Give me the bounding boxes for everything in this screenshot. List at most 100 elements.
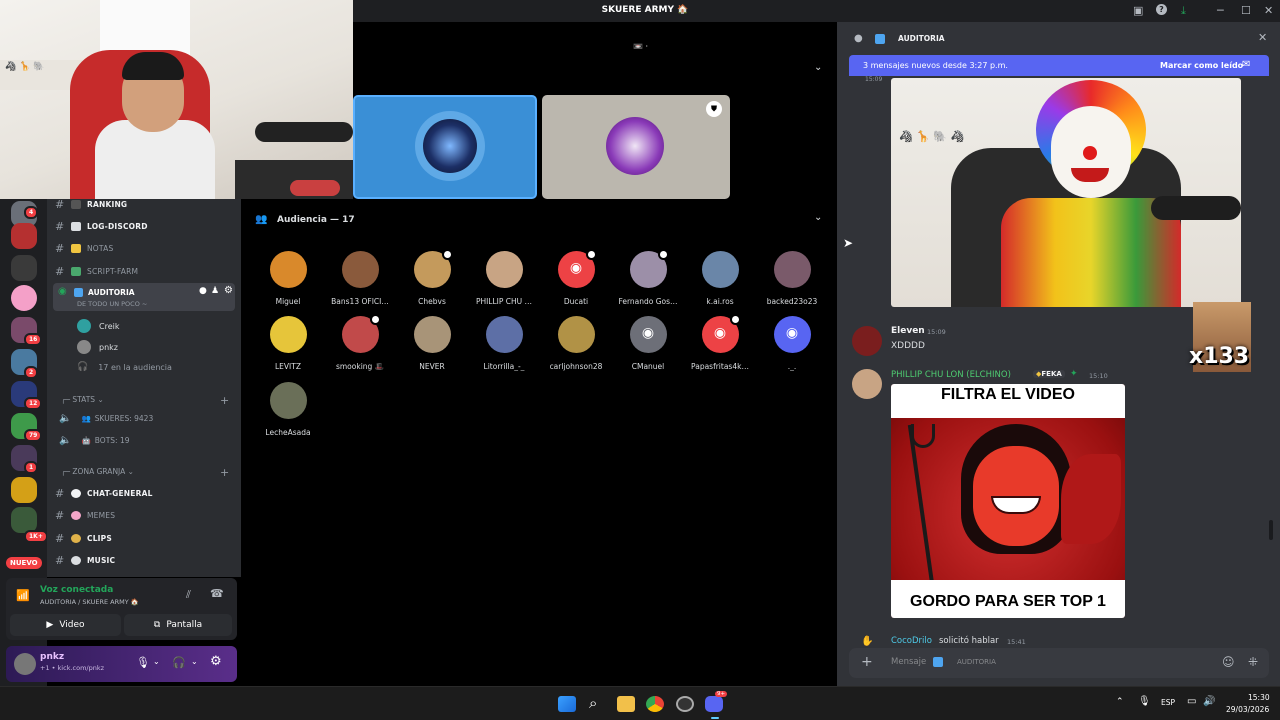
- microphone-icon[interactable]: 🎙: [136, 656, 150, 669]
- language-indicator[interactable]: ESP: [1161, 698, 1175, 707]
- gear-icon[interactable]: ⚙: [210, 654, 222, 669]
- voice-status[interactable]: Voz conectada: [40, 585, 113, 595]
- app-icon[interactable]: [676, 696, 694, 712]
- meme-image[interactable]: [891, 384, 1125, 618]
- server-icon[interactable]: [11, 285, 37, 311]
- chevron-down-icon[interactable]: ⌄: [814, 62, 822, 73]
- add-channel-icon[interactable]: +: [220, 466, 229, 479]
- signal-icon[interactable]: 📶: [16, 589, 30, 602]
- audience-member[interactable]: PHILLIP CHU …: [468, 251, 540, 306]
- audience-member[interactable]: ◉ Ducati: [540, 249, 612, 306]
- discord-icon[interactable]: [705, 696, 723, 712]
- chrome-icon[interactable]: [646, 696, 664, 712]
- audience-member[interactable]: Miguel: [252, 251, 324, 306]
- search-icon[interactable]: ⌕: [589, 694, 597, 712]
- add-user-icon[interactable]: ♟: [211, 286, 219, 296]
- audience-member[interactable]: Chebvs: [396, 249, 468, 306]
- audience-member[interactable]: smooking 🎩: [324, 314, 396, 371]
- disconnect-icon[interactable]: ☎: [210, 587, 224, 600]
- microphone-icon[interactable]: 🎙: [1138, 696, 1151, 707]
- channel-memes[interactable]: # MEMES: [55, 506, 235, 524]
- network-icon[interactable]: ▭: [1187, 696, 1196, 707]
- category-zona-granja[interactable]: ╭─ ZONA GRANJA ⌄: [61, 467, 134, 476]
- message-author[interactable]: Eleven: [891, 326, 925, 336]
- audience-member[interactable]: ◉ Papasfritas4k…: [684, 314, 756, 371]
- thread-icon[interactable]: ●: [854, 33, 863, 44]
- audience-member[interactable]: backed23o23: [756, 251, 828, 306]
- server-icon[interactable]: [11, 477, 37, 503]
- channel-auditoria[interactable]: ◉ AUDITORIA DE TODO UN POCO ~ ● ♟ ⚙: [53, 283, 235, 311]
- audience-member[interactable]: k.ai.ros: [684, 251, 756, 306]
- clock-time[interactable]: 15:30: [1248, 693, 1270, 702]
- audience-name: PHILLIP CHU …: [475, 297, 533, 306]
- message-input[interactable]: + Mensaje AUDITORIA ☺ ⁜: [849, 648, 1269, 678]
- file-explorer-icon[interactable]: [617, 696, 635, 712]
- server-icon[interactable]: [11, 255, 37, 281]
- voice-location[interactable]: AUDITORIA / SKUERE ARMY 🏠: [40, 598, 139, 606]
- channel-log-discord[interactable]: # LOG-DISCORD: [55, 217, 235, 235]
- start-button[interactable]: [558, 696, 576, 712]
- video-button[interactable]: ▶ Video: [10, 614, 121, 636]
- apps-icon[interactable]: ⁜: [1248, 655, 1258, 669]
- audience-name: carljohnson28: [549, 362, 603, 371]
- add-attachment-icon[interactable]: +: [861, 654, 873, 670]
- audience-member[interactable]: LecheAsada: [252, 382, 324, 437]
- channel-notas[interactable]: # NOTAS: [55, 239, 235, 257]
- server-icon[interactable]: [11, 223, 37, 249]
- channel-skueres[interactable]: 🔈 👥 SKUERES: 9423: [59, 413, 153, 424]
- audience-member[interactable]: Bans13 OFICI…: [324, 251, 396, 306]
- category-stats[interactable]: ╭─ STATS ⌄: [61, 395, 104, 404]
- audience-count[interactable]: 🎧 17 en la audiencia: [77, 362, 172, 372]
- chevron-down-icon[interactable]: ⌄: [814, 212, 822, 223]
- message-author[interactable]: PHILLIP CHU LON (ELCHINO): [891, 370, 1011, 380]
- close-button[interactable]: ✕: [1264, 4, 1273, 17]
- voice-user-pnkz[interactable]: pnkz: [77, 340, 118, 354]
- screen-share-button[interactable]: ⧉ Pantalla: [124, 614, 232, 636]
- inbox-icon[interactable]: ▣: [1133, 4, 1143, 17]
- discord-logo-icon: ◉: [713, 325, 727, 341]
- avatar[interactable]: [14, 653, 36, 675]
- audience-member[interactable]: LEVITZ: [252, 316, 324, 371]
- help-icon[interactable]: ?: [1156, 4, 1167, 15]
- message-author[interactable]: CocoDrilo: [891, 636, 932, 646]
- chevron-down-icon[interactable]: ⌄: [191, 657, 198, 666]
- window-title: SKUERE ARMY 🏠: [601, 5, 689, 15]
- chevron-up-icon[interactable]: ⌃: [1116, 697, 1124, 707]
- audience-member[interactable]: carljohnson28: [540, 316, 612, 371]
- user-name[interactable]: pnkz: [40, 652, 64, 662]
- voice-user-creik[interactable]: Creik: [77, 319, 119, 333]
- audience-member[interactable]: NEVER: [396, 316, 468, 371]
- new-messages-bar[interactable]: 3 mensajes nuevos desde 3:27 p.m. Marcar…: [849, 55, 1269, 76]
- maximize-button[interactable]: ☐: [1241, 4, 1251, 17]
- channel-chat-general[interactable]: # CHAT-GENERAL: [55, 484, 235, 502]
- channel-music[interactable]: # MUSIC: [55, 551, 235, 569]
- audience-member[interactable]: Fernando Gos…: [612, 249, 684, 306]
- audience-member[interactable]: ◉ ._.: [756, 316, 828, 371]
- emoji-icon[interactable]: ☺: [1222, 655, 1235, 669]
- volume-icon[interactable]: 🔊: [1203, 696, 1215, 707]
- clown-image[interactable]: 🦓 🦒 🐘 🦓: [891, 78, 1241, 307]
- audience-header[interactable]: Audiencia — 17: [277, 215, 355, 225]
- add-channel-icon[interactable]: +: [220, 394, 229, 407]
- channel-bots[interactable]: 🔈 🤖 BOTS: 19: [59, 435, 130, 446]
- new-badge[interactable]: NUEVO: [6, 557, 42, 569]
- audience-member[interactable]: Litorrilla_-_: [468, 316, 540, 371]
- avatar[interactable]: [852, 326, 882, 356]
- gear-icon[interactable]: ⚙: [224, 285, 233, 296]
- avatar[interactable]: [852, 369, 882, 399]
- clock-date[interactable]: 29/03/2026: [1226, 705, 1269, 714]
- minimize-button[interactable]: ─: [1217, 4, 1224, 17]
- download-icon[interactable]: ⤓: [1181, 4, 1186, 18]
- channel-clips[interactable]: # CLIPS: [55, 529, 235, 547]
- speaker-tile[interactable]: [353, 95, 537, 199]
- headphones-icon[interactable]: 🎧: [172, 656, 186, 669]
- channel-script-farm[interactable]: # SCRIPT-FARM: [55, 262, 235, 280]
- close-icon[interactable]: ✕: [1258, 31, 1267, 44]
- scrollbar-thumb[interactable]: [1269, 520, 1273, 540]
- chevron-down-icon[interactable]: ⌄: [153, 657, 160, 666]
- mark-read-button[interactable]: Marcar como leído: [1160, 61, 1243, 70]
- noise-suppression-icon[interactable]: ⫽: [186, 588, 191, 602]
- chat-icon[interactable]: ●: [199, 286, 207, 296]
- speaker-tile[interactable]: ⛊: [542, 95, 730, 199]
- audience-member[interactable]: ◉ CManuel: [612, 316, 684, 371]
